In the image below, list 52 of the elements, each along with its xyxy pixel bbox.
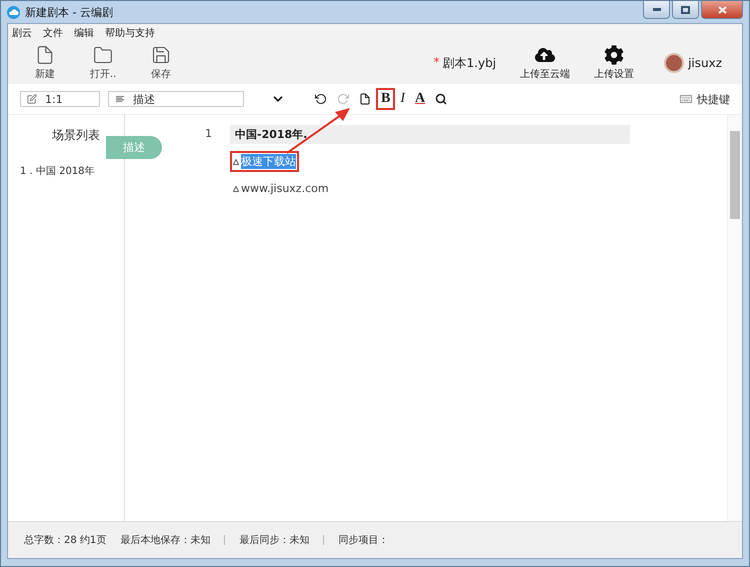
status-text: 最后本地保存：未知 [120, 534, 210, 547]
triangle-icon [233, 158, 239, 164]
file-icon [35, 45, 55, 65]
position-field[interactable]: 1:1 [20, 91, 100, 107]
new-button[interactable]: 新建 [28, 45, 62, 81]
menu-item[interactable]: 帮助与支持 [105, 26, 155, 40]
edit-icon [27, 94, 37, 104]
line-number: 1 [205, 126, 212, 142]
sidebar-title: 场景列表 [51, 127, 101, 144]
settings-button[interactable]: 上传设置 [594, 45, 634, 81]
user-name: jisuxz [688, 56, 722, 70]
scene-item[interactable]: 1 . 中国 2018年 [20, 164, 124, 178]
upload-button[interactable]: 上传至云端 [520, 45, 570, 81]
user-avatar[interactable] [664, 53, 684, 73]
scene-heading: 中国-2018年. [230, 125, 630, 144]
folder-icon [93, 45, 113, 65]
shortcut-button[interactable]: 快捷键 [680, 92, 730, 106]
element-tag: 描述 [106, 136, 162, 159]
status-text: 总字数：28 约1页 [24, 534, 106, 547]
action-text: 极速下载站 [241, 154, 296, 169]
close-icon [718, 6, 726, 14]
menu-item[interactable]: 文件 [43, 26, 63, 40]
menu-item[interactable]: 剧云 [12, 26, 32, 40]
element-type-field[interactable]: 描述 [108, 91, 244, 107]
file-name: 剧本1.ybj [442, 54, 496, 72]
minimize-button[interactable] [643, 1, 670, 19]
open-button[interactable]: 打开.. [86, 45, 120, 81]
modified-marker: * [434, 54, 440, 70]
undo-icon [315, 93, 327, 105]
file-icon [359, 93, 371, 105]
status-text: 最后同步：未知 [239, 534, 310, 547]
close-button[interactable] [701, 1, 743, 19]
italic-button[interactable]: I [395, 88, 410, 110]
action-text: www.jisuxz.com [241, 182, 329, 195]
gear-icon [604, 45, 624, 65]
triangle-icon [233, 186, 239, 192]
status-text: 同步项目： [338, 534, 388, 547]
save-button[interactable]: 保存 [144, 45, 178, 81]
text-color-button[interactable]: A [410, 88, 430, 110]
menu-item[interactable]: 编辑 [74, 26, 94, 40]
search-icon [435, 93, 448, 105]
minimize-icon [652, 8, 660, 11]
keyboard-icon [680, 93, 692, 105]
window-title: 新建剧本 - 云编剧 [25, 4, 113, 20]
redo-icon [337, 93, 349, 105]
paragraph-icon [115, 94, 125, 104]
bold-button[interactable]: B [376, 88, 396, 110]
scrollbar-thumb[interactable] [730, 131, 740, 219]
maximize-button[interactable] [672, 1, 699, 19]
cloud-logo-icon [7, 6, 20, 18]
maximize-icon [681, 6, 690, 14]
cloud-upload-icon [535, 45, 556, 65]
